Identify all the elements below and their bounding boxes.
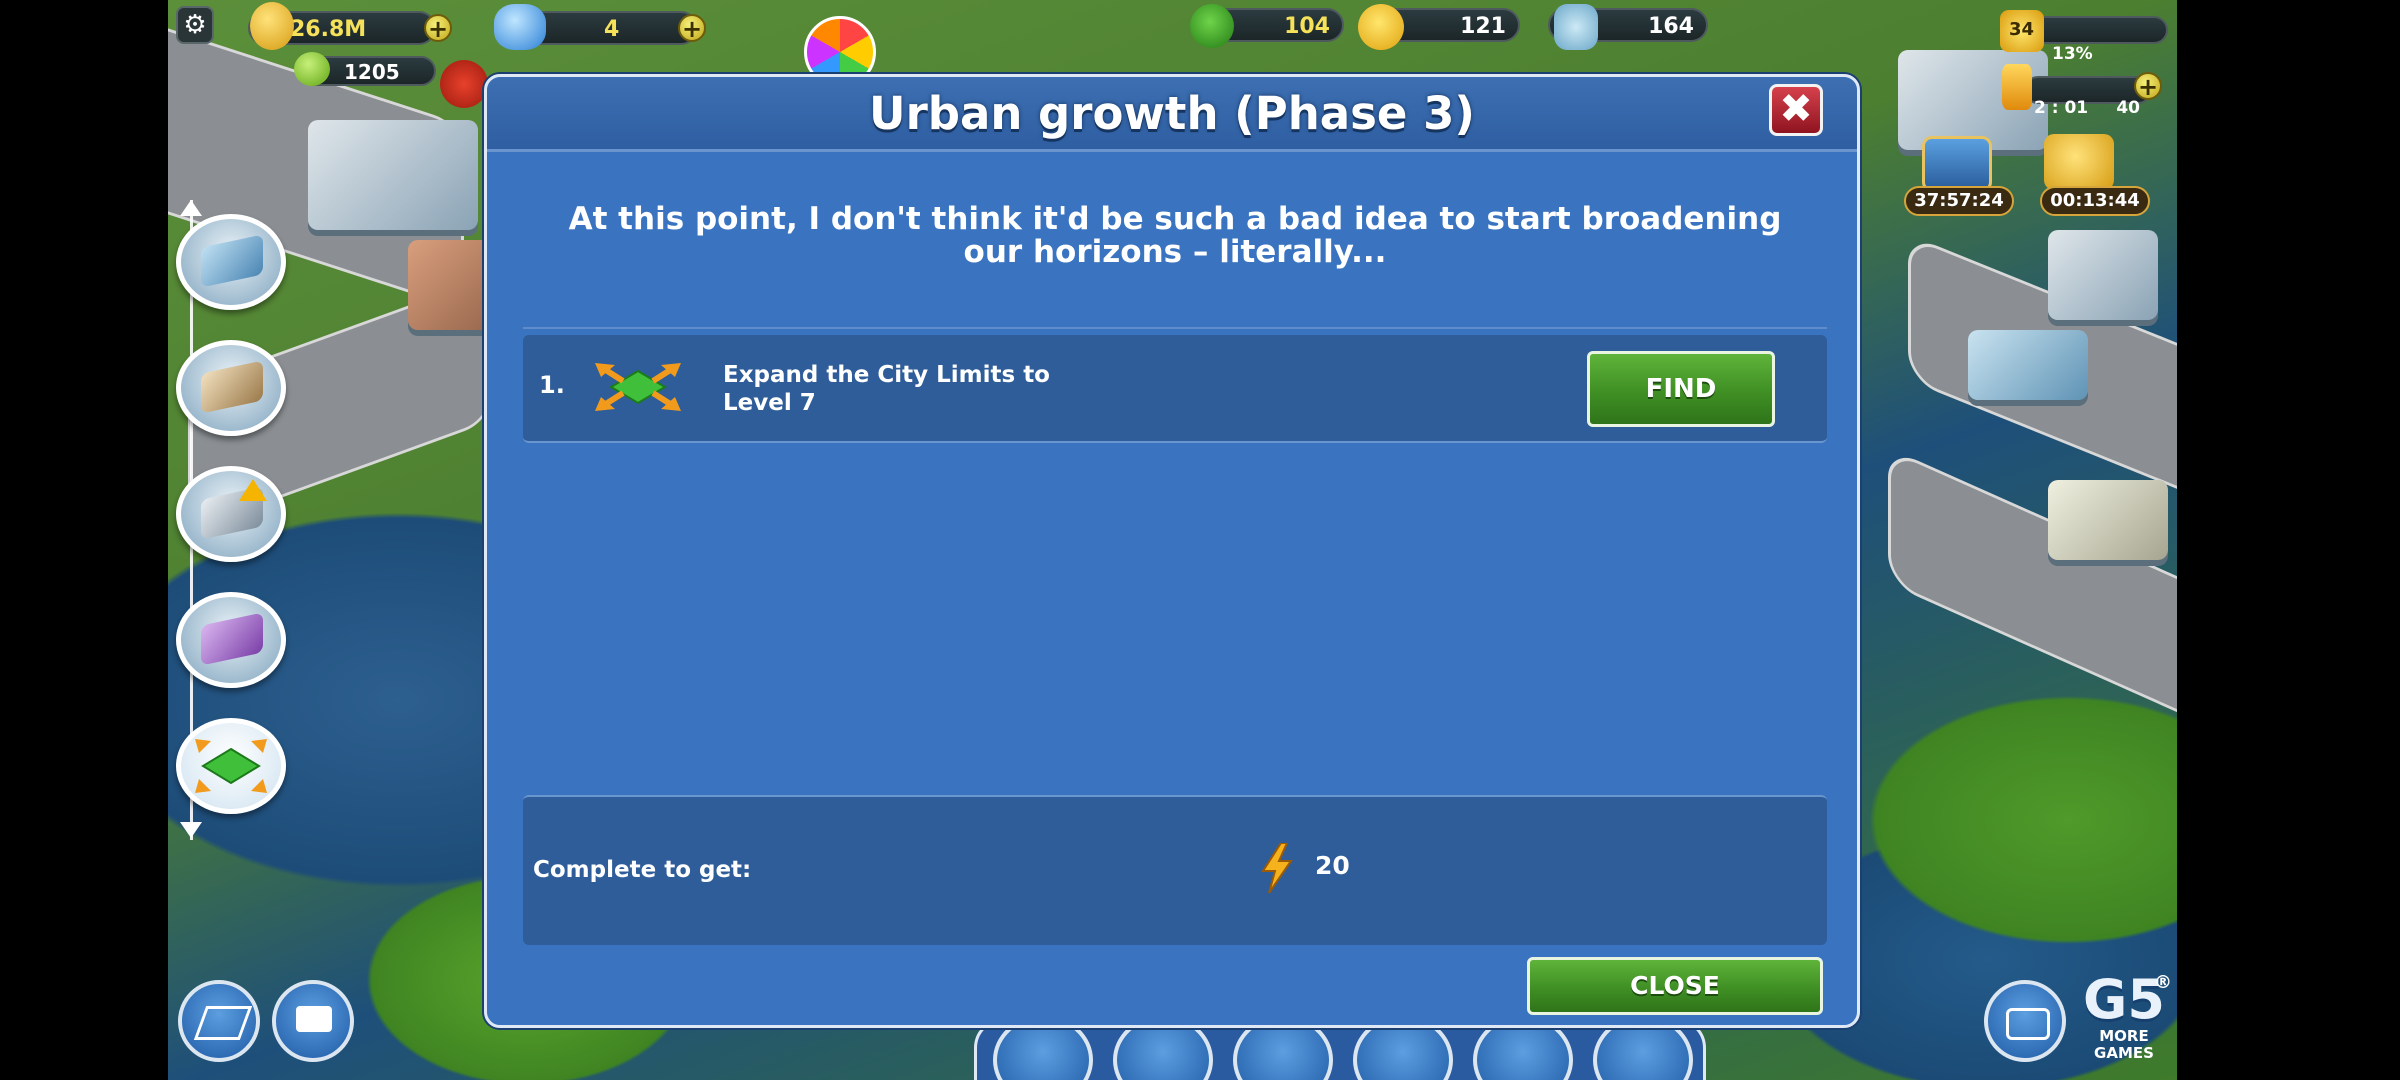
task-number: 1. xyxy=(539,371,565,399)
build-category-entertainment[interactable] xyxy=(176,592,286,688)
chest-timer-value: 37:57:24 xyxy=(1914,190,2004,211)
level-star-icon: 34 xyxy=(2000,10,2044,52)
energy-value: 40 xyxy=(2116,98,2140,118)
energy-bolt-icon xyxy=(2002,64,2032,110)
task-row: 1. Expand the City Limits to Level 7 FIN… xyxy=(523,335,1827,443)
diamond-icon xyxy=(494,4,546,50)
energy-bolt-icon xyxy=(1261,843,1293,893)
coins-icon xyxy=(250,2,294,50)
build-category-upgrade[interactable] xyxy=(176,466,286,562)
reward-label: Complete to get: xyxy=(533,857,752,883)
building[interactable] xyxy=(308,120,478,230)
smiley-icon xyxy=(1358,4,1404,50)
coins-timer: 00:13:44 xyxy=(2040,186,2150,216)
happiness-value: 121 xyxy=(1460,14,1506,39)
road-icon xyxy=(193,1006,253,1040)
coins-timer-value: 00:13:44 xyxy=(2050,190,2140,211)
add-diamonds-button[interactable]: + xyxy=(678,14,706,43)
diamonds-value: 4 xyxy=(604,17,620,42)
coin-pile-icon[interactable] xyxy=(2044,134,2114,190)
sale-badge-icon[interactable] xyxy=(440,60,488,108)
registered-mark: ® xyxy=(2154,972,2172,993)
xp-percent: 13% xyxy=(2052,44,2093,64)
camera-icon xyxy=(2006,1008,2050,1040)
add-coins-button[interactable]: + xyxy=(424,14,452,43)
bulldozer-icon xyxy=(296,1006,332,1032)
build-category-residential[interactable] xyxy=(176,214,286,310)
scroll-up-icon[interactable] xyxy=(180,200,202,216)
building[interactable] xyxy=(2048,480,2168,560)
find-button[interactable]: FIND xyxy=(1587,351,1775,427)
quest-description: At this point, I don't think it'd be suc… xyxy=(568,201,1782,270)
treasure-chest-icon[interactable] xyxy=(1922,136,1992,192)
building[interactable] xyxy=(2048,230,2158,320)
task-description: Expand the City Limits to Level 7 xyxy=(723,362,1050,416)
close-button[interactable]: CLOSE xyxy=(1527,957,1823,1015)
more-games-button[interactable]: G5 ® MORE GAMES xyxy=(2076,972,2172,1072)
energy-bar: 2 : 01 40 xyxy=(2024,76,2152,118)
build-category-expansion[interactable] xyxy=(176,718,286,814)
fountain[interactable] xyxy=(1968,330,2088,400)
scroll-down-icon[interactable] xyxy=(180,822,202,838)
money-bag-icon xyxy=(294,52,330,86)
up-arrow-icon xyxy=(239,479,267,501)
population-value: 164 xyxy=(1648,14,1694,39)
build-category-commercial[interactable] xyxy=(176,340,286,436)
add-energy-button[interactable]: + xyxy=(2134,72,2162,101)
bulldozer-button[interactable] xyxy=(272,980,354,1062)
gear-icon: ⚙ xyxy=(183,10,207,40)
reward-value: 20 xyxy=(1315,851,1350,880)
camera-button[interactable] xyxy=(1984,980,2066,1062)
level-value: 34 xyxy=(2009,19,2035,40)
chest-timer: 37:57:24 xyxy=(1904,186,2014,216)
population-icon xyxy=(1554,4,1598,50)
road-tool-button[interactable] xyxy=(178,980,260,1062)
expand-city-icon xyxy=(195,739,267,793)
tree-icon xyxy=(1190,4,1234,48)
dialog-header: Urban growth (Phase 3) ✖ xyxy=(487,77,1857,152)
close-icon[interactable]: ✖ xyxy=(1769,84,1823,136)
divider xyxy=(523,327,1827,329)
settings-button[interactable]: ⚙ xyxy=(176,6,214,44)
trees-value: 104 xyxy=(1284,14,1330,39)
reward-panel: Complete to get: 20 xyxy=(523,795,1827,945)
entertainment-icon xyxy=(201,612,263,666)
more-games-label: MORE GAMES xyxy=(2094,1027,2154,1062)
residential-icon xyxy=(201,234,263,288)
commercial-icon xyxy=(201,360,263,414)
quest-dialog: Urban growth (Phase 3) ✖ At this point, … xyxy=(484,74,1860,1028)
expand-city-limits-icon xyxy=(595,363,681,411)
coins-value: 26.8M xyxy=(290,17,367,42)
dialog-title: Urban growth (Phase 3) xyxy=(869,87,1475,140)
energy-timer: 2 : 01 xyxy=(2034,98,2089,118)
small-coins-value: 1205 xyxy=(344,60,400,84)
